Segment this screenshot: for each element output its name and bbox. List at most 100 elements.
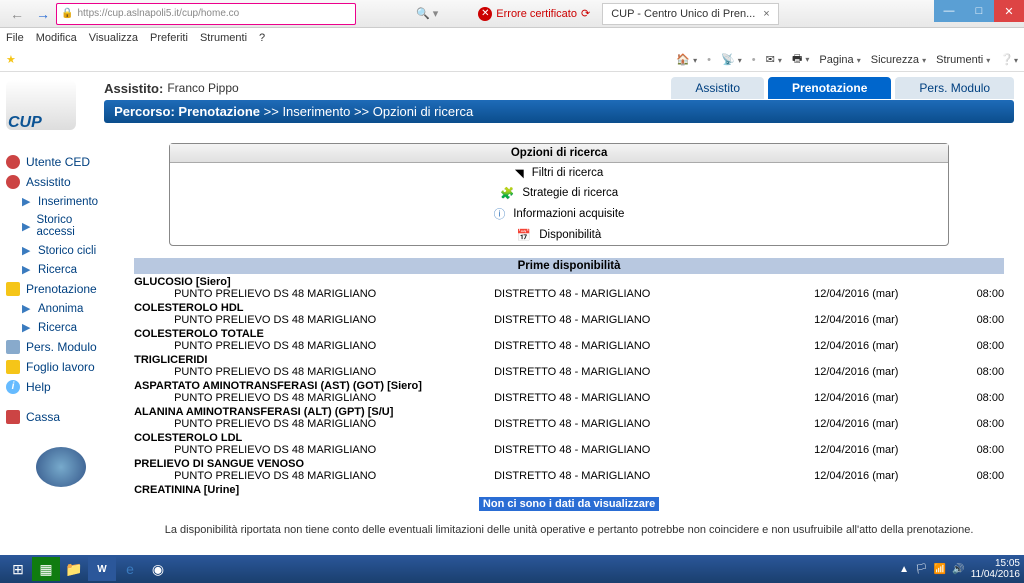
taskbar-ie-icon[interactable]: e — [116, 557, 144, 581]
sidebar-item-cassa[interactable]: Cassa — [6, 407, 98, 427]
availability-row[interactable]: PUNTO PRELIEVO DS 48 MARIGLIANODISTRETTO… — [134, 392, 1004, 404]
availability-time: 08:00 — [944, 392, 1004, 404]
assistito-label: Assistito: — [104, 81, 163, 96]
taskbar-excel-icon[interactable]: ▦ — [32, 557, 60, 581]
sidebar-sub-inserimento[interactable]: ▶Inserimento — [6, 192, 98, 211]
tab-prenotazione[interactable]: Prenotazione — [768, 77, 891, 99]
sidebar-sub-ricerca-pren[interactable]: ▶Ricerca — [6, 318, 98, 337]
cmd-sicurezza[interactable]: Sicurezza ▾ — [871, 54, 926, 66]
availability-row[interactable]: PUNTO PRELIEVO DS 48 MARIGLIANODISTRETTO… — [134, 340, 1004, 352]
start-button[interactable]: ⊞ — [4, 557, 32, 581]
availability-date: 12/04/2016 (mar) — [814, 444, 944, 456]
tab-pers-modulo[interactable]: Pers. Modulo — [895, 77, 1014, 99]
taskbar-chrome-icon[interactable]: ◉ — [144, 557, 172, 581]
availability-group: ALANINA AMINOTRANSFERASI (ALT) (GPT) [S/… — [134, 404, 1004, 418]
browser-tab[interactable]: CUP - Centro Unico di Pren... × — [602, 3, 779, 25]
menu-preferiti[interactable]: Preferiti — [150, 32, 188, 44]
sidebar-item-prenotazione[interactable]: Prenotazione — [6, 279, 98, 299]
availability-time: 08:00 — [944, 470, 1004, 482]
window-close-button[interactable]: ✕ — [994, 0, 1024, 22]
availability-time: 08:00 — [944, 340, 1004, 352]
certificate-error-badge[interactable]: 🔍 ▾ ✕ Errore certificato ⟳ — [416, 7, 590, 21]
home-dropdown-icon[interactable]: 🏠 ▾ — [676, 53, 697, 66]
feeds-icon[interactable]: 📡 ▾ — [721, 53, 742, 66]
availability-district: DISTRETTO 48 - MARIGLIANO — [494, 288, 814, 300]
menu-file[interactable]: File — [6, 32, 24, 44]
availability-row[interactable]: PUNTO PRELIEVO DS 48 MARIGLIANODISTRETTO… — [134, 314, 1004, 326]
availability-row[interactable]: PUNTO PRELIEVO DS 48 MARIGLIANODISTRETTO… — [134, 470, 1004, 482]
sidebar-sub-storico-accessi[interactable]: ▶Storico accessi — [6, 211, 98, 241]
availability-time: 08:00 — [944, 314, 1004, 326]
strategies-icon: 🧩 — [500, 186, 514, 200]
availability-location: PUNTO PRELIEVO DS 48 MARIGLIANO — [174, 444, 494, 456]
menu-visualizza[interactable]: Visualizza — [89, 32, 138, 44]
tab-close-icon[interactable]: × — [763, 8, 769, 20]
sidebar-sub-storico-cicli[interactable]: ▶Storico cicli — [6, 241, 98, 260]
options-title: Opzioni di ricerca — [170, 144, 948, 163]
taskbar-word-icon[interactable]: W — [88, 557, 116, 581]
availability-row[interactable]: PUNTO PRELIEVO DS 48 MARIGLIANODISTRETTO… — [134, 418, 1004, 430]
info-icon: i — [6, 380, 20, 394]
address-bar[interactable]: 🔒 https://cup.aslnapoli5.it/cup/home.co — [56, 3, 356, 25]
help-dropdown-icon[interactable]: ❔▾ — [1000, 53, 1018, 66]
availability-location: PUNTO PRELIEVO DS 48 MARIGLIANO — [174, 392, 494, 404]
doc-icon — [6, 360, 20, 374]
url-text: https://cup.aslnapoli5.it/cup/home.co — [77, 8, 239, 19]
arrow-icon: ▶ — [22, 195, 32, 208]
calendar-icon: 📅 — [517, 228, 531, 242]
arrow-icon: ▶ — [22, 220, 30, 233]
sidebar-sub-ricerca[interactable]: ▶Ricerca — [6, 260, 98, 279]
cmd-strumenti[interactable]: Strumenti ▾ — [936, 54, 990, 66]
tray-network-icon[interactable]: 📶 — [934, 564, 946, 575]
availability-row[interactable]: PUNTO PRELIEVO DS 48 MARIGLIANODISTRETTO… — [134, 444, 1004, 456]
availability-date: 12/04/2016 (mar) — [814, 340, 944, 352]
option-disponibilita[interactable]: 📅 Disponibilità — [170, 225, 948, 245]
menu-bar: File Modifica Visualizza Preferiti Strum… — [0, 28, 1024, 48]
taskbar-explorer-icon[interactable]: 📁 — [60, 557, 88, 581]
mail-icon[interactable]: ✉ ▾ — [766, 53, 782, 66]
sidebar-item-utente-ced[interactable]: Utente CED — [6, 152, 98, 172]
availability-location: PUNTO PRELIEVO DS 48 MARIGLIANO — [174, 288, 494, 300]
cmd-pagina[interactable]: Pagina ▾ — [819, 54, 860, 66]
tray-flag-icon[interactable]: ▲ — [899, 564, 909, 575]
tab-assistito[interactable]: Assistito — [671, 77, 764, 99]
sidebar-item-pers-modulo[interactable]: Pers. Modulo — [6, 337, 98, 357]
back-button[interactable]: ← — [4, 2, 30, 26]
forward-button[interactable]: → — [30, 2, 56, 26]
menu-strumenti[interactable]: Strumenti — [200, 32, 247, 44]
window-maximize-button[interactable]: □ — [964, 0, 994, 22]
refresh-icon[interactable]: ⟳ — [581, 7, 590, 20]
breadcrumb: Percorso: Prenotazione >> Inserimento >>… — [104, 100, 1014, 123]
availability-group: ASPARTATO AMINOTRANSFERASI (AST) (GOT) [… — [134, 378, 1004, 392]
tray-action-center-icon[interactable]: 🏳 — [915, 564, 928, 575]
favorites-star-icon[interactable]: ★ — [6, 53, 16, 66]
sidebar-sub-anonima[interactable]: ▶Anonima — [6, 299, 98, 318]
sidebar-item-help[interactable]: i Help — [6, 377, 98, 397]
availability-date: 12/04/2016 (mar) — [814, 418, 944, 430]
availability-date: 12/04/2016 (mar) — [814, 314, 944, 326]
availability-date: 12/04/2016 (mar) — [814, 470, 944, 482]
menu-modifica[interactable]: Modifica — [36, 32, 77, 44]
availability-row[interactable]: PUNTO PRELIEVO DS 48 MARIGLIANODISTRETTO… — [134, 366, 1004, 378]
tray-volume-icon[interactable]: 🔊 — [952, 564, 964, 575]
sidebar-item-assistito[interactable]: Assistito — [6, 172, 98, 192]
system-clock[interactable]: 15:05 11/04/2016 — [971, 558, 1020, 580]
availability-time: 08:00 — [944, 288, 1004, 300]
window-minimize-button[interactable]: — — [934, 0, 964, 22]
arrow-icon: ▶ — [22, 244, 32, 257]
availability-location: PUNTO PRELIEVO DS 48 MARIGLIANO — [174, 470, 494, 482]
availability-date: 12/04/2016 (mar) — [814, 392, 944, 404]
availability-row[interactable]: PUNTO PRELIEVO DS 48 MARIGLIANODISTRETTO… — [134, 288, 1004, 300]
menu-help[interactable]: ? — [259, 32, 265, 44]
option-strategie-ricerca[interactable]: 🧩 Strategie di ricerca — [170, 183, 948, 203]
funnel-icon: ◥ — [515, 166, 524, 180]
search-options-box: Opzioni di ricerca ◥ Filtri di ricerca 🧩… — [169, 143, 949, 246]
availability-group: PRELIEVO DI SANGUE VENOSO — [134, 456, 1004, 470]
availability-group: GLUCOSIO [Siero] — [134, 274, 1004, 288]
user-icon — [6, 175, 20, 189]
sidebar-item-foglio-lavoro[interactable]: Foglio lavoro — [6, 357, 98, 377]
doc-icon — [6, 282, 20, 296]
option-filtri-ricerca[interactable]: ◥ Filtri di ricerca — [170, 163, 948, 183]
option-informazioni-acquisite[interactable]: ⓘ Informazioni acquisite — [170, 203, 948, 225]
print-icon[interactable]: 🖶 ▾ — [792, 50, 809, 69]
